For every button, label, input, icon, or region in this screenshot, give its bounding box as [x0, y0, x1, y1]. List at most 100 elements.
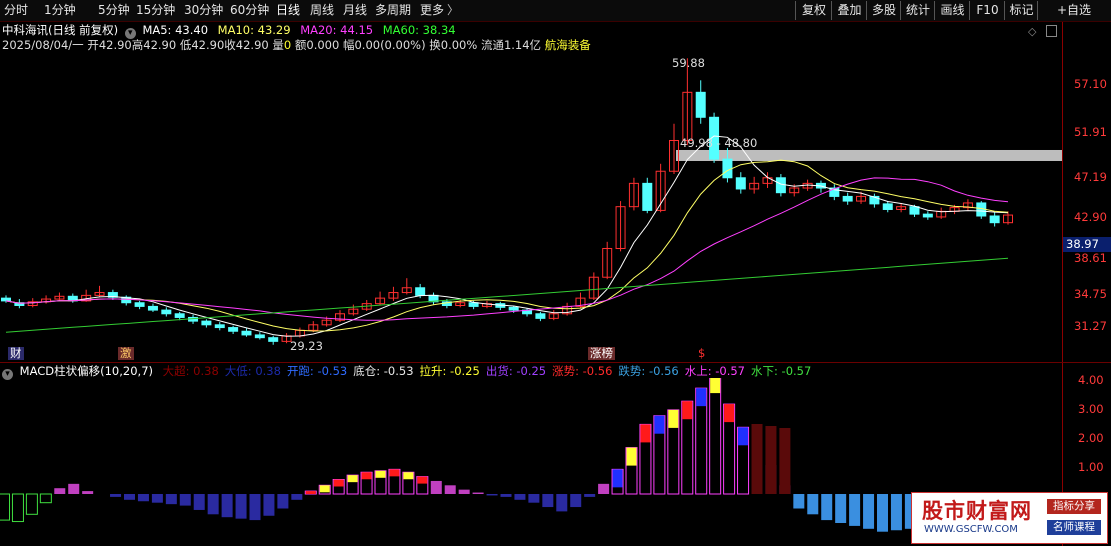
- macd-legend-item: 水下: -0.57: [751, 364, 812, 378]
- macd-legend-item: 涨势: -0.56: [552, 364, 613, 378]
- candle-body: [882, 203, 893, 210]
- mark-button[interactable]: 标记: [1004, 1, 1038, 20]
- tab-weekly[interactable]: 周线: [310, 2, 334, 19]
- change-value: 幅0.00(0.00%): [342, 38, 426, 52]
- tab-multi-period[interactable]: 多周期: [375, 2, 411, 19]
- candle-body: [134, 302, 145, 307]
- candle-body: [468, 302, 479, 307]
- ma-header: 中科海讯(日线 前复权) ▾ MA5: 43.40 MA10: 43.29 MA…: [2, 23, 456, 39]
- range-band: [676, 149, 1062, 161]
- macd-bar: [849, 494, 861, 526]
- amount-value: 额0.000: [294, 38, 340, 52]
- ma5-value: MA5: 43.40: [142, 23, 209, 37]
- tab-30min[interactable]: 30分钟: [184, 2, 223, 19]
- watermark-badge-course: 名师课程: [1047, 520, 1101, 535]
- diamond-icon[interactable]: ◇: [1028, 25, 1036, 38]
- candle-body: [642, 182, 653, 211]
- macd-histogram[interactable]: [0, 378, 1062, 546]
- bar-date: 2025/08/04/一: [2, 38, 84, 52]
- macd-bar-cap: [361, 472, 372, 480]
- tag-dollar[interactable]: $: [696, 347, 707, 360]
- tab-more[interactable]: 更多: [420, 2, 444, 19]
- macd-bar: [821, 494, 833, 521]
- multi-stock-button[interactable]: 多股: [866, 1, 901, 20]
- watermark-logo: 股市财富网 WWW.GSCFW.COM 指标分享 名师课程: [911, 492, 1108, 544]
- macd-bar: [598, 483, 610, 494]
- macd-bar-cap: [724, 404, 735, 423]
- candlestick-chart[interactable]: [0, 52, 1062, 352]
- candle-body: [722, 158, 733, 179]
- macd-bar-cap: [305, 491, 316, 494]
- add-watchlist-button[interactable]: +自选: [1037, 1, 1110, 20]
- macd-bar: [863, 494, 875, 529]
- macd-legend-item: 底仓: -0.53: [353, 364, 414, 378]
- macd-bar-cap: [403, 472, 414, 480]
- tag-ji[interactable]: 激: [118, 347, 134, 360]
- macd-bar-cap: [375, 470, 386, 478]
- macd-bar-cap: [654, 415, 665, 434]
- candle-body: [228, 327, 239, 332]
- macd-tick: 4.00: [1078, 373, 1104, 387]
- price-tick: 47.19: [1074, 170, 1107, 184]
- candle-body: [922, 213, 933, 218]
- candle-body: [201, 320, 212, 326]
- tab-15min[interactable]: 15分钟: [136, 2, 175, 19]
- macd-bar: [207, 494, 219, 515]
- quote-header: 2025/08/04/一 开42.90高42.90 低42.90收42.90 量…: [2, 38, 591, 53]
- macd-bar: [39, 493, 52, 504]
- statistics-button[interactable]: 统计: [900, 1, 935, 20]
- macd-title: MACD柱状偏移(10,20,7): [19, 364, 153, 378]
- macd-bar: [221, 494, 233, 518]
- tab-1min[interactable]: 1分钟: [44, 2, 76, 19]
- macd-bar-cap: [682, 401, 693, 420]
- overlay-button[interactable]: 叠加: [831, 1, 867, 20]
- watermark-url: WWW.GSCFW.COM: [924, 524, 1018, 535]
- tag-cai[interactable]: 财: [8, 347, 24, 360]
- high-annotation: 59.88: [672, 56, 705, 70]
- macd-bar: [472, 492, 484, 494]
- tab-60min[interactable]: 60分钟: [230, 2, 269, 19]
- macd-bar: [263, 494, 275, 516]
- tab-monthly[interactable]: 月线: [343, 2, 367, 19]
- macd-legend-item: 跌势: -0.56: [618, 364, 679, 378]
- window-icon[interactable]: [1046, 25, 1057, 37]
- macd-bar-cap: [319, 485, 330, 493]
- macd-legend-item: 开跑: -0.53: [286, 364, 348, 378]
- candle-body: [415, 287, 426, 296]
- tab-daily[interactable]: 日线: [276, 2, 300, 19]
- ma20-value: MA20: 44.15: [300, 23, 374, 37]
- macd-bar: [179, 494, 191, 506]
- macd-bar: [124, 494, 135, 500]
- price-tick: 31.27: [1074, 319, 1107, 333]
- macd-bar: [430, 480, 442, 494]
- macd-bar: [486, 494, 498, 496]
- macd-bar: [235, 494, 247, 519]
- low-value: 低42.90: [179, 38, 225, 52]
- candle-body: [241, 330, 252, 336]
- tab-5min[interactable]: 5分钟: [98, 2, 130, 19]
- macd-bar-cap: [333, 479, 344, 487]
- macd-bar: [500, 494, 512, 497]
- f10-button[interactable]: F10: [969, 1, 1005, 20]
- macd-bar: [68, 483, 80, 494]
- range-annotation: 49.98 - 48.80: [680, 136, 758, 150]
- high-value: 高42.90: [131, 38, 177, 52]
- macd-bar: [277, 494, 289, 509]
- macd-legend-item: 水上: -0.57: [684, 364, 746, 378]
- candle-body: [161, 309, 172, 315]
- macd-legend-item: 大低: 0.38: [224, 364, 281, 378]
- tag-zhangbang[interactable]: 涨榜: [588, 347, 615, 360]
- turnover-value: 换0.00%: [429, 38, 478, 52]
- tab-fenshi[interactable]: 分时: [4, 2, 28, 19]
- macd-tick: 2.00: [1078, 431, 1104, 445]
- chevron-right-icon[interactable]: 〉: [447, 2, 459, 19]
- ma60-line: [5, 257, 1009, 333]
- macd-bar: [291, 494, 303, 500]
- low-annotation: 29.23: [290, 339, 323, 353]
- candle-body: [909, 206, 920, 215]
- candle-body: [147, 305, 158, 311]
- sector-link[interactable]: 航海装备: [545, 38, 591, 52]
- volume-value: 0: [283, 38, 292, 52]
- fuquan-button[interactable]: 复权: [795, 1, 832, 20]
- draw-line-button[interactable]: 画线: [934, 1, 970, 20]
